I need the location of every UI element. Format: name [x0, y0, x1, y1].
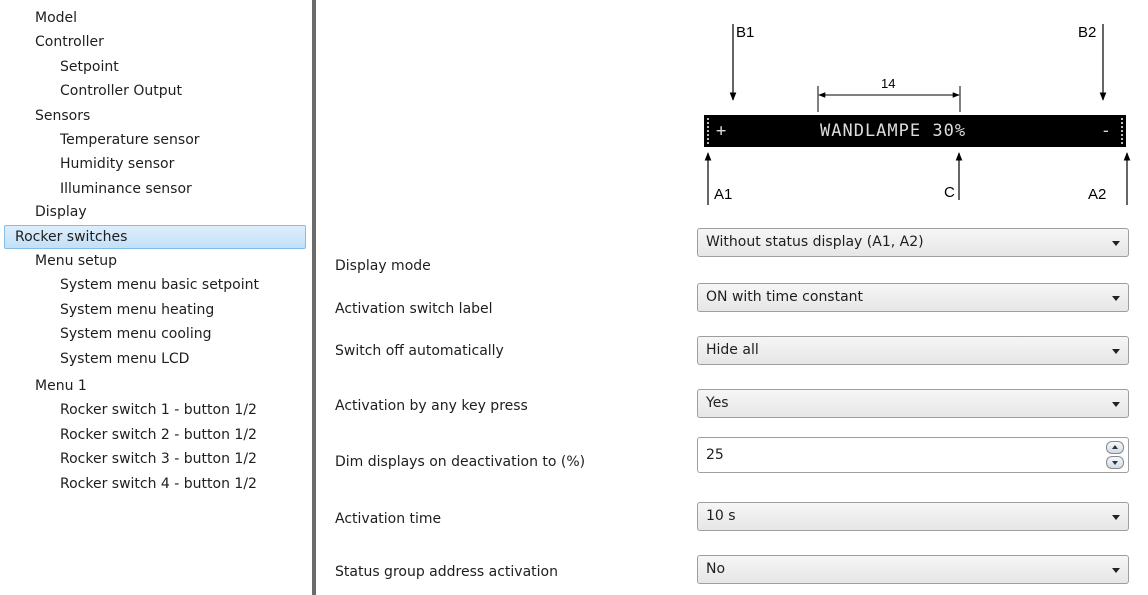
lcd-plus-symbol: + [716, 121, 728, 141]
sidebar-item-menu-1[interactable]: Menu 1 [35, 374, 87, 398]
sidebar-item-rocker-switches[interactable]: Rocker switches [4, 225, 306, 249]
dim-displays-label: Dim displays on deactivation to (%) [335, 454, 586, 470]
sidebar-item-rocker-switch-2-button-1-2[interactable]: Rocker switch 2 - button 1/2 [60, 423, 257, 447]
sidebar-item-menu-setup[interactable]: Menu setup [35, 249, 117, 273]
sidebar-item-system-menu-cooling[interactable]: System menu cooling [60, 322, 211, 346]
sidebar-item-controller[interactable]: Controller [35, 30, 104, 54]
switch-off-automatically-label: Switch off automatically [335, 343, 504, 359]
spin-up-button[interactable] [1106, 441, 1124, 454]
chevron-down-icon [1112, 515, 1120, 520]
activation-time-dropdown[interactable]: 10 s [697, 502, 1129, 531]
sidebar-item-sensors[interactable]: Sensors [35, 104, 90, 128]
activation-by-any-key-label: Activation by any key press [335, 398, 528, 414]
sidebar-item-illuminance-sensor[interactable]: Illuminance sensor [60, 177, 192, 201]
a1-label: A1 [714, 186, 733, 203]
sidebar-item-system-menu-lcd[interactable]: System menu LCD [60, 347, 189, 371]
chevron-down-icon [1112, 568, 1120, 573]
dim-displays-value: 25 [706, 447, 724, 463]
navigation-tree: Model Controller Setpoint Controller Output… [0, 0, 312, 595]
activation-switch-label-dropdown[interactable]: ON with time constant [697, 283, 1129, 312]
activation-time-label: Activation time [335, 511, 442, 527]
chevron-down-icon [1112, 349, 1120, 354]
sidebar-item-model[interactable]: Model [35, 6, 77, 30]
sidebar-item-humidity-sensor[interactable]: Humidity sensor [60, 152, 174, 176]
chevron-down-icon [1112, 296, 1120, 301]
activation-by-any-key-dropdown[interactable]: Yes [697, 389, 1129, 418]
sidebar-item-rocker-switch-1-button-1-2[interactable]: Rocker switch 1 - button 1/2 [60, 398, 257, 422]
chevron-down-icon [1112, 402, 1120, 407]
arrow-up-icon [1112, 445, 1118, 449]
lcd-right-edge [1119, 118, 1123, 144]
dim-displays-spinbox[interactable]: 25 [697, 437, 1129, 473]
status-group-address-value: No [706, 561, 726, 577]
sidebar-item-temperature-sensor[interactable]: Temperature sensor [60, 128, 200, 152]
arrow-down-icon [1112, 461, 1118, 465]
chevron-down-icon [1112, 241, 1120, 246]
lcd-left-edge [707, 118, 711, 144]
display-mode-label: Display mode [335, 258, 431, 274]
sidebar-item-rocker-switch-3-button-1-2[interactable]: Rocker switch 3 - button 1/2 [60, 447, 257, 471]
b1-label: B1 [736, 24, 755, 41]
status-group-address-label: Status group address activation [335, 564, 558, 580]
diagram-arrows [704, 24, 1131, 205]
sidebar-item-display[interactable]: Display [35, 200, 87, 224]
lcd-minus-symbol: - [1100, 121, 1112, 141]
activation-by-any-key-value: Yes [706, 395, 729, 411]
width-label: 14 [881, 76, 896, 91]
activation-switch-label-value: ON with time constant [706, 289, 864, 305]
sidebar-item-rocker-switch-4-button-1-2[interactable]: Rocker switch 4 - button 1/2 [60, 472, 257, 496]
sidebar-item-controller-output[interactable]: Controller Output [60, 79, 182, 103]
lcd-label-text: WANDLAMPE 30% [820, 121, 967, 141]
spin-down-button[interactable] [1106, 456, 1124, 469]
display-diagram: B1 B2 14 + WANDLAMPE 30% - A1 C A2 [690, 0, 1140, 215]
display-mode-dropdown[interactable]: Without status display (A1, A2) [697, 228, 1129, 257]
sidebar-item-system-menu-heating[interactable]: System menu heating [60, 298, 214, 322]
status-group-address-dropdown[interactable]: No [697, 555, 1129, 584]
switch-off-automatically-dropdown[interactable]: Hide all [697, 336, 1129, 365]
lcd-display: + WANDLAMPE 30% - [704, 115, 1126, 147]
sidebar-item-setpoint[interactable]: Setpoint [60, 55, 119, 79]
activation-switch-label-label: Activation switch label [335, 301, 493, 317]
sidebar-item-system-menu-basic-setpoint[interactable]: System menu basic setpoint [60, 273, 259, 297]
switch-off-automatically-value: Hide all [706, 342, 759, 358]
display-mode-value: Without status display (A1, A2) [706, 234, 924, 250]
a2-label: A2 [1088, 186, 1107, 203]
b2-label: B2 [1078, 24, 1097, 41]
activation-time-value: 10 s [706, 508, 736, 524]
sidebar-scrollbar[interactable] [312, 0, 316, 595]
c-label: C [944, 184, 955, 201]
